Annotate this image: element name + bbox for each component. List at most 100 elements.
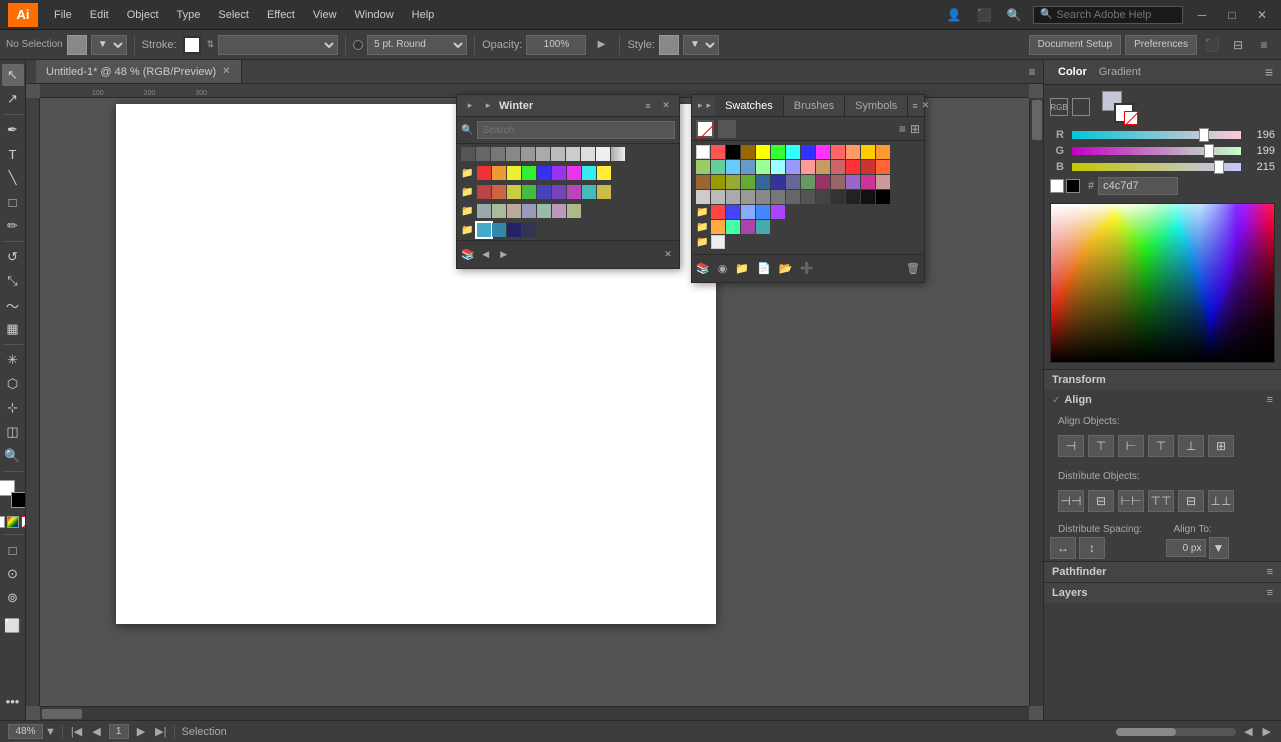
add-swatch-btn[interactable]: ➕	[800, 262, 814, 275]
scrollbar-thumb-h[interactable]	[42, 709, 82, 719]
sw[interactable]	[741, 205, 755, 219]
eraser-tool[interactable]: ◫	[2, 421, 24, 443]
sw[interactable]	[696, 175, 710, 189]
layers-section[interactable]: Layers ≡	[1044, 582, 1281, 603]
dist-middle-v-btn[interactable]: ⊟	[1178, 490, 1204, 512]
sw[interactable]	[711, 205, 725, 219]
next-page-btn[interactable]: ▶	[135, 725, 147, 738]
tab-swatches[interactable]: Swatches	[715, 96, 784, 116]
more-tools[interactable]: •••	[2, 690, 24, 716]
sw[interactable]	[567, 166, 581, 180]
scrollbar-horizontal[interactable]	[40, 706, 1029, 720]
select-tool[interactable]: ↖	[2, 64, 24, 86]
sw[interactable]	[846, 160, 860, 174]
sw[interactable]	[786, 190, 800, 204]
sw[interactable]	[566, 147, 580, 161]
sw[interactable]	[876, 175, 890, 189]
sw[interactable]	[522, 223, 536, 237]
sw[interactable]	[597, 166, 611, 180]
sw[interactable]	[756, 175, 770, 189]
align-middle-v-btn[interactable]: ⊥	[1178, 435, 1204, 457]
live-paint-tool[interactable]: ⬡	[2, 373, 24, 395]
sw[interactable]	[756, 160, 770, 174]
sw[interactable]	[477, 185, 491, 199]
doc-setup-btn[interactable]: Document Setup	[1029, 35, 1122, 55]
prev-swatch-btn[interactable]: ◀	[479, 248, 493, 262]
dist-spacing-h-btn[interactable]: ↔	[1050, 537, 1076, 559]
artboard-tool[interactable]: ⬜	[2, 615, 24, 637]
sw[interactable]	[567, 204, 581, 218]
zoom-tool[interactable]: 🔍	[2, 445, 24, 467]
menu-effect[interactable]: Effect	[259, 6, 303, 24]
sw[interactable]	[876, 190, 890, 204]
color-panel-menu[interactable]: ≡	[1265, 64, 1273, 80]
stroke-swatch[interactable]	[11, 492, 27, 508]
sw[interactable]	[876, 145, 890, 159]
tab-brushes[interactable]: Brushes	[784, 96, 845, 116]
menu-select[interactable]: Select	[210, 6, 257, 24]
sw[interactable]	[876, 160, 890, 174]
sw[interactable]	[726, 160, 740, 174]
align-right-btn[interactable]: ⊢	[1118, 435, 1144, 457]
maximize-icon[interactable]: □	[1221, 4, 1243, 26]
sw[interactable]	[831, 190, 845, 204]
sw[interactable]	[522, 166, 536, 180]
sw[interactable]	[492, 166, 506, 180]
sw[interactable]	[786, 160, 800, 174]
sw[interactable]	[491, 147, 505, 161]
sw[interactable]	[741, 145, 755, 159]
sw[interactable]	[801, 190, 815, 204]
sw[interactable]	[816, 160, 830, 174]
opacity-more[interactable]: ▶	[590, 34, 612, 56]
sw[interactable]	[537, 166, 551, 180]
change-screen-mode[interactable]: □	[2, 539, 24, 561]
layers-menu[interactable]: ≡	[1267, 587, 1273, 599]
tab-arrange-icon[interactable]: ≡	[1021, 61, 1043, 83]
sw[interactable]	[552, 166, 566, 180]
align-header[interactable]: ✓ Align ≡	[1044, 390, 1281, 410]
dist-spacing-v-btn[interactable]: ↕	[1079, 537, 1105, 559]
sw[interactable]	[726, 205, 740, 219]
view-toggle-next[interactable]: ▶	[1261, 725, 1273, 738]
b-slider-track[interactable]	[1072, 163, 1241, 171]
align-panel-menu[interactable]: ≡	[1267, 394, 1273, 406]
sw[interactable]	[581, 147, 595, 161]
search-bar[interactable]: 🔍	[1033, 6, 1183, 24]
user-icon[interactable]: 👤	[943, 4, 965, 26]
tab-gradient[interactable]: Gradient	[1093, 64, 1147, 80]
align-top-btn[interactable]: ⊤	[1148, 435, 1174, 457]
align-to-input[interactable]	[1166, 539, 1206, 557]
rectangle-tool[interactable]: □	[2, 191, 24, 213]
sw[interactable]	[477, 204, 491, 218]
dist-center-h-btn[interactable]: ⊟	[1088, 490, 1114, 512]
winter-menu-btn[interactable]: ≡	[641, 99, 655, 113]
sw[interactable]	[506, 147, 520, 161]
line-tool[interactable]: ╲	[2, 167, 24, 189]
sw[interactable]	[861, 190, 875, 204]
paint-brush-tool[interactable]: ✏	[2, 215, 24, 237]
tab-close-btn[interactable]: ✕	[222, 66, 230, 77]
fill-select[interactable]: ▼	[91, 35, 127, 55]
sw[interactable]	[582, 166, 596, 180]
sw[interactable]	[741, 160, 755, 174]
close-icon[interactable]: ✕	[1251, 4, 1273, 26]
tab-color[interactable]: Color	[1052, 64, 1093, 80]
sw[interactable]	[741, 190, 755, 204]
sw-white[interactable]	[711, 235, 725, 249]
stroke-color[interactable]	[183, 36, 201, 54]
sw[interactable]	[597, 185, 611, 199]
type-tool[interactable]: T	[2, 143, 24, 165]
opacity-input[interactable]	[526, 35, 586, 55]
brush-select[interactable]: 5 pt. Round	[367, 35, 467, 55]
fill-stroke-widget[interactable]	[0, 480, 26, 508]
sw[interactable]	[756, 205, 770, 219]
sw[interactable]	[537, 185, 551, 199]
sw[interactable]	[596, 147, 610, 161]
document-tab[interactable]: Untitled-1* @ 48 % (RGB/Preview) ✕	[36, 60, 242, 83]
sw[interactable]	[786, 145, 800, 159]
menu-view[interactable]: View	[305, 6, 345, 24]
graph-tool[interactable]: ▦	[2, 318, 24, 340]
eyedropper-extra[interactable]: ⊚	[2, 587, 24, 609]
sw[interactable]	[711, 160, 725, 174]
pathfinder-menu[interactable]: ≡	[1267, 566, 1273, 578]
